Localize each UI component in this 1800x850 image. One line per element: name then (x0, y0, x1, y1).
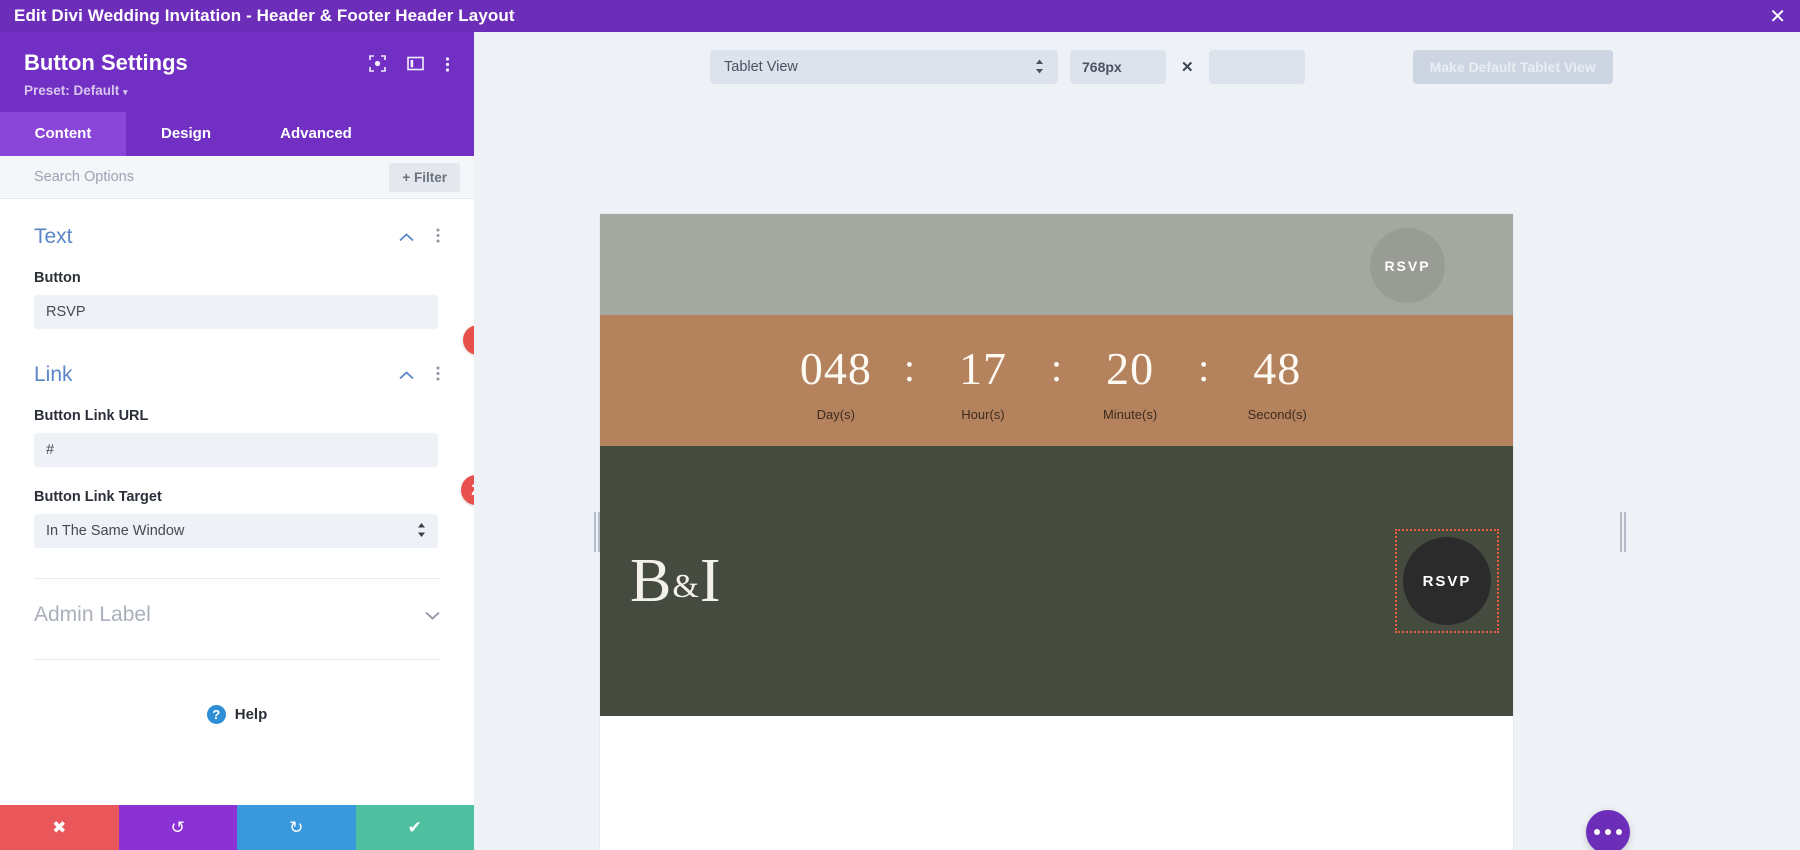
viewport-mode-value: Tablet View (724, 59, 798, 75)
countdown-value-days: 048 (799, 342, 872, 394)
handle-bar (1624, 512, 1626, 552)
page-canvas: RSVP 048 Day(s) : 17 Hour(s) : 20 Minute… (600, 214, 1513, 850)
countdown-value-seconds: 48 (1253, 342, 1302, 394)
countdown-unit-minutes: 20 Minute(s) (1076, 342, 1184, 422)
handle-bar (1620, 512, 1622, 552)
divi-builder-window: Edit Divi Wedding Invitation - Header & … (0, 0, 1800, 850)
selected-module-outline[interactable]: RSVP (1395, 529, 1499, 633)
field-button-text: Button (0, 270, 474, 329)
redo-button[interactable]: ↻ (237, 805, 356, 850)
countdown-unit-days: 048 Day(s) (782, 342, 890, 422)
monogram-initial-right: I (699, 547, 722, 615)
field-button-link-url: Button Link URL (0, 408, 474, 467)
dot-icon (1616, 829, 1622, 835)
window-title-bar: Edit Divi Wedding Invitation - Header & … (0, 0, 1800, 32)
viewport-width-input[interactable]: 768px (1070, 50, 1166, 84)
field-button-link-target: Button Link Target (0, 489, 474, 548)
countdown-label-days: Day(s) (816, 406, 855, 422)
viewport-height-input[interactable] (1208, 50, 1305, 84)
settings-panel-body: Text Button Link (0, 199, 474, 805)
help-button[interactable]: ? Help (0, 705, 474, 724)
tab-advanced[interactable]: Advanced (246, 112, 386, 156)
help-icon: ? (206, 705, 226, 724)
countdown-value-minutes: 20 (1106, 342, 1155, 394)
monogram-initial-left: B (630, 547, 673, 615)
section-title-admin-label: Admin Label (34, 603, 151, 626)
countdown-separator: : (1198, 344, 1210, 390)
handle-bar (598, 512, 600, 552)
viewport-toolbar: Tablet View 768px ✕ Make Default Tablet … (474, 32, 1800, 84)
window-title: Edit Divi Wedding Invitation - Header & … (14, 6, 515, 25)
countdown-label-seconds: Second(s) (1247, 406, 1307, 422)
dot-icon (1594, 829, 1600, 835)
filter-button[interactable]: + Filter (389, 162, 460, 192)
admin-label-divider (34, 659, 440, 660)
section-options-icon-text[interactable] (436, 228, 440, 247)
search-bar: + Filter (0, 156, 474, 199)
cancel-button[interactable]: ✖ (0, 805, 119, 850)
close-icon[interactable]: ✕ (1769, 6, 1786, 26)
focus-target-icon[interactable] (369, 55, 386, 77)
countdown-unit-seconds: 48 Second(s) (1223, 342, 1331, 422)
help-label: Help (234, 706, 268, 723)
canvas-hero-band: B&I RSVP (600, 446, 1513, 716)
preset-selector[interactable]: Preset: Default ▾ (24, 83, 450, 98)
countdown-value-hours: 17 (958, 342, 1007, 394)
field-label-link-url: Button Link URL (34, 408, 149, 424)
canvas-footer-whitespace (600, 716, 1513, 850)
button-link-url-input[interactable] (34, 433, 438, 467)
section-title-link: Link (34, 363, 73, 386)
countdown-label-hours: Hour(s) (961, 406, 1005, 422)
tab-content[interactable]: Content (0, 112, 126, 156)
countdown-unit-hours: 17 Hour(s) (929, 342, 1037, 422)
panel-layout-icon[interactable] (407, 55, 424, 77)
field-label-button: Button (34, 270, 81, 286)
wedding-monogram: B&I (630, 550, 721, 612)
rsvp-button-hero[interactable]: RSVP (1403, 537, 1491, 625)
canvas-countdown-band: 048 Day(s) : 17 Hour(s) : 20 Minute(s) : (600, 315, 1513, 446)
section-header-text[interactable]: Text (0, 199, 474, 259)
countdown-label-minutes: Minute(s) (1102, 406, 1158, 422)
chevron-down-icon[interactable] (425, 608, 440, 622)
search-input[interactable] (34, 169, 334, 185)
canvas-top-band: RSVP (600, 214, 1513, 315)
tab-design[interactable]: Design (126, 112, 246, 156)
panel-more-options-icon[interactable] (445, 56, 450, 77)
builder-menu-fab[interactable] (1586, 810, 1630, 850)
select-arrows-icon (1035, 59, 1044, 76)
save-button[interactable]: ✔ (355, 805, 474, 850)
chevron-up-icon[interactable] (399, 368, 414, 382)
settings-panel: Button Settings Preset: Default ▾ Conten… (0, 32, 474, 850)
field-label-link-target: Button Link Target (34, 489, 162, 505)
make-default-tablet-view-button[interactable]: Make Default Tablet View (1412, 50, 1613, 84)
canvas-resize-handle-right[interactable] (1618, 510, 1628, 554)
button-text-input[interactable] (34, 295, 438, 329)
viewport-mode-select[interactable]: Tablet View (710, 50, 1058, 84)
settings-tabs: Content Design Advanced (0, 112, 474, 156)
chevron-up-icon[interactable] (399, 230, 414, 244)
builder-preview-area: Tablet View 768px ✕ Make Default Tablet … (474, 32, 1800, 850)
settings-panel-footer: ✖ ↺ ↻ ✔ (0, 805, 474, 850)
section-header-admin-label[interactable]: Admin Label (0, 579, 474, 637)
countdown-separator: : (1050, 344, 1063, 390)
section-header-link[interactable]: Link (0, 329, 474, 397)
undo-button[interactable]: ↺ (118, 805, 237, 850)
preset-label: Preset: Default (24, 83, 120, 98)
rsvp-button-top[interactable]: RSVP (1370, 228, 1445, 303)
chevron-down-icon: ▾ (123, 87, 128, 97)
section-title-text: Text (34, 225, 73, 248)
button-link-target-select[interactable] (34, 514, 438, 548)
countdown-timer: 048 Day(s) : 17 Hour(s) : 20 Minute(s) : (782, 342, 1331, 422)
panel-title: Button Settings (24, 50, 188, 75)
dimension-separator-icon: ✕ (1181, 59, 1194, 76)
section-options-icon-link[interactable] (436, 366, 440, 385)
dot-icon (1605, 829, 1611, 835)
countdown-separator: : (903, 344, 915, 390)
settings-panel-header: Button Settings Preset: Default ▾ (0, 32, 474, 112)
monogram-ampersand: & (672, 568, 700, 605)
handle-bar (594, 512, 596, 552)
canvas-resize-handle-left[interactable] (592, 510, 602, 554)
